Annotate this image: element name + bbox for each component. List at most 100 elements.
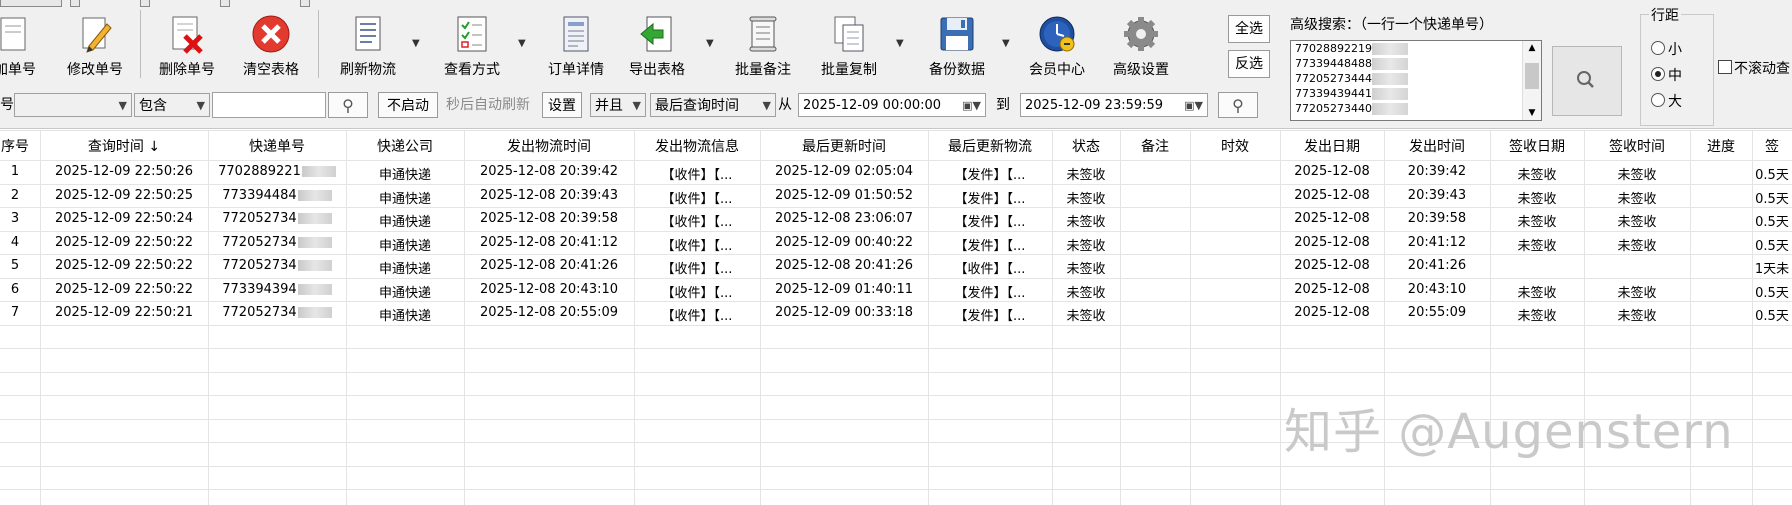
table-cell[interactable]: 2025-12-08 (1280, 235, 1384, 250)
column-header[interactable]: 最后更新物流 (928, 136, 1052, 156)
table-cell[interactable]: 申通快递 (346, 235, 464, 254)
table-cell[interactable]: 2025-12-08 23:06:07 (760, 211, 928, 226)
table-cell[interactable]: 2 (0, 188, 40, 203)
table-cell[interactable]: 【发件】【... (928, 282, 1052, 301)
table-cell[interactable]: 未签收 (1584, 164, 1690, 183)
settings-button[interactable]: 设置 (542, 92, 582, 118)
column-header[interactable]: 状态 (1052, 136, 1120, 156)
table-cell[interactable]: 【发件】【... (928, 211, 1052, 230)
column-header[interactable]: 时效 (1190, 136, 1280, 156)
table-cell[interactable]: 未签收 (1052, 305, 1120, 324)
column-header[interactable]: 备注 (1120, 136, 1190, 156)
table-cell[interactable]: 【发件】【... (928, 188, 1052, 207)
table-cell[interactable]: 【收件】【... (634, 258, 760, 277)
table-cell[interactable]: 申通快递 (346, 188, 464, 207)
table-cell[interactable]: 未签收 (1584, 235, 1690, 254)
table-cell[interactable]: 【收件】【... (634, 164, 760, 183)
from-datetime-input[interactable]: 2025-12-09 00:00:00 ▣▼ (798, 93, 986, 117)
table-cell[interactable]: 【发件】【... (928, 305, 1052, 324)
table-cell[interactable]: 2025-12-09 01:40:11 (760, 282, 928, 297)
table-cell[interactable]: 申通快递 (346, 258, 464, 277)
backup-dropdown-arrow[interactable]: ▼ (1002, 38, 1010, 49)
table-cell[interactable]: 未签收 (1490, 235, 1584, 254)
table-cell[interactable]: 申通快递 (346, 211, 464, 230)
table-cell[interactable]: 2025-12-09 22:50:25 (40, 188, 208, 203)
export-table-button[interactable]: 导出表格 (620, 14, 694, 80)
match-mode-select[interactable]: 包含 ▼ (134, 93, 210, 117)
batch-copy-button[interactable]: 批量复制 (812, 14, 886, 80)
clear-table-button[interactable]: 清空表格 (232, 14, 310, 80)
column-header[interactable]: 快递单号 (208, 136, 346, 156)
table-cell[interactable]: 1 (0, 164, 40, 179)
table-cell[interactable]: 【收件】【... (634, 188, 760, 207)
backup-data-button[interactable]: 备份数据 (918, 14, 996, 80)
table-cell[interactable]: 【收件】【... (634, 211, 760, 230)
column-header[interactable]: 发出物流时间 (464, 136, 634, 156)
edit-number-button[interactable]: 修改单号 (58, 14, 132, 80)
table-cell[interactable]: 20:41:26 (1384, 258, 1490, 273)
table-cell[interactable]: 未签收 (1052, 282, 1120, 301)
table-cell[interactable]: 未签收 (1490, 282, 1584, 301)
column-header[interactable]: 发出日期 (1280, 136, 1384, 156)
column-header[interactable]: 最后更新时间 (760, 136, 928, 156)
table-cell[interactable]: 772052734 (208, 211, 346, 226)
table-cell[interactable]: 未签收 (1052, 258, 1120, 277)
table-cell[interactable]: 未签收 (1584, 211, 1690, 230)
table-cell[interactable]: 2025-12-09 22:50:26 (40, 164, 208, 179)
member-center-button[interactable]: 会员中心 (1020, 14, 1094, 80)
table-cell[interactable]: 4 (0, 235, 40, 250)
table-cell[interactable]: 2025-12-08 (1280, 211, 1384, 226)
table-cell[interactable]: 2025-12-08 (1280, 188, 1384, 203)
column-header[interactable]: 发出时间 (1384, 136, 1490, 156)
search-button[interactable]: ⚲ (328, 92, 368, 118)
table-cell[interactable]: 未签收 (1490, 211, 1584, 230)
column-header[interactable]: 快递公司 (346, 136, 464, 156)
table-cell[interactable]: 0.5天 (1752, 188, 1792, 207)
table-cell[interactable]: 未签收 (1052, 211, 1120, 230)
batch-note-button[interactable]: 批量备注 (726, 14, 800, 80)
to-datetime-input[interactable]: 2025-12-09 23:59:59 ▣▼ (1020, 93, 1208, 117)
no-scroll-checkbox[interactable]: 不滚动查 (1718, 58, 1790, 78)
invert-select-button[interactable]: 反选 (1228, 50, 1270, 78)
table-cell[interactable]: 0.5天 (1752, 164, 1792, 183)
table-cell[interactable]: 2025-12-08 20:39:42 (464, 164, 634, 179)
table-cell[interactable]: 未签收 (1052, 235, 1120, 254)
table-cell[interactable]: 2025-12-09 22:50:24 (40, 211, 208, 226)
table-cell[interactable]: 2025-12-08 (1280, 258, 1384, 273)
table-cell[interactable]: 7 (0, 305, 40, 320)
table-cell[interactable]: 772052734 (208, 235, 346, 250)
table-cell[interactable]: 2025-12-08 20:55:09 (464, 305, 634, 320)
table-cell[interactable]: 772052734 (208, 258, 346, 273)
table-cell[interactable]: 6 (0, 282, 40, 297)
table-cell[interactable]: 【收件】【... (634, 282, 760, 301)
refresh-dropdown-arrow[interactable]: ▼ (412, 38, 420, 49)
scroll-down-icon[interactable]: ▼ (1523, 108, 1541, 118)
table-cell[interactable]: 申通快递 (346, 282, 464, 301)
time-search-button[interactable]: ⚲ (1218, 92, 1258, 118)
table-cell[interactable]: 未签收 (1584, 282, 1690, 301)
table-cell[interactable]: 未签收 (1490, 188, 1584, 207)
order-detail-button[interactable]: 订单详情 (540, 14, 612, 80)
column-header[interactable]: 发出物流信息 (634, 136, 760, 156)
column-header[interactable]: 签 (1752, 136, 1792, 156)
advanced-search-textarea[interactable]: 77028892219 77339448488 77205273444 7733… (1290, 40, 1542, 121)
refresh-logistics-button[interactable]: 刷新物流 (330, 14, 406, 80)
table-cell[interactable]: 2025-12-09 00:33:18 (760, 305, 928, 320)
time-field-select[interactable]: 最后查询时间 ▼ (650, 93, 776, 117)
table-cell[interactable]: 未签收 (1052, 164, 1120, 183)
table-cell[interactable]: 20:39:42 (1384, 164, 1490, 179)
table-cell[interactable]: 773394394 (208, 282, 346, 297)
spacing-small-radio[interactable]: 小 (1651, 39, 1682, 59)
table-cell[interactable]: 未签收 (1584, 305, 1690, 324)
table-cell[interactable]: 2025-12-09 01:50:52 (760, 188, 928, 203)
auto-refresh-button[interactable]: 不启动 (378, 92, 438, 118)
table-cell[interactable]: 772052734 (208, 305, 346, 320)
advanced-search-button[interactable] (1552, 46, 1622, 116)
logic-select[interactable]: 并且 ▼ (590, 93, 646, 117)
table-cell[interactable]: 2025-12-09 00:40:22 (760, 235, 928, 250)
table-cell[interactable]: 20:39:43 (1384, 188, 1490, 203)
table-cell[interactable]: 申通快递 (346, 164, 464, 183)
column-header[interactable]: 查询时间 ↓ (40, 136, 208, 156)
table-cell[interactable]: 0.5天 (1752, 282, 1792, 301)
advanced-settings-button[interactable]: 高级设置 (1104, 14, 1178, 80)
